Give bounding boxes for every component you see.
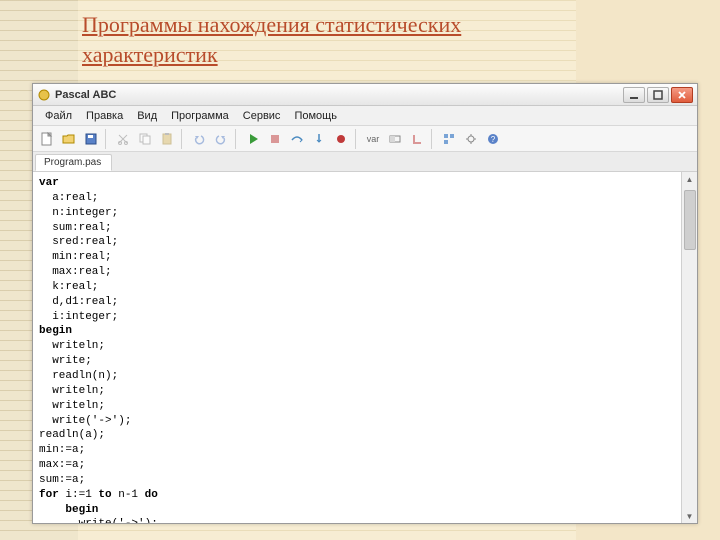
vertical-scrollbar[interactable]: ▲ ▼ <box>681 172 697 523</box>
code-line: write('->'); <box>39 415 131 427</box>
copy-icon[interactable] <box>135 129 155 149</box>
separator <box>105 129 109 149</box>
menubar: Файл Правка Вид Программа Сервис Помощь <box>33 106 697 126</box>
code-line: write('->'); <box>39 518 158 523</box>
paste-icon[interactable] <box>157 129 177 149</box>
toolbar: var ? <box>33 126 697 152</box>
code-line: begin <box>39 504 98 516</box>
code-line: n:integer; <box>39 207 118 219</box>
separator <box>235 129 239 149</box>
tab-program[interactable]: Program.pas <box>35 154 112 171</box>
separator <box>181 129 185 149</box>
code-line: writeln; <box>39 385 105 397</box>
kw-to: to <box>98 489 118 501</box>
code-line: min:real; <box>39 251 112 263</box>
stop-icon[interactable] <box>265 129 285 149</box>
code-line: a:real; <box>39 192 98 204</box>
code-line: readln(a); <box>39 429 105 441</box>
code-line: sum:=a; <box>39 474 85 486</box>
scroll-down-icon[interactable]: ▼ <box>683 509 697 523</box>
undo-icon[interactable] <box>189 129 209 149</box>
step-into-icon[interactable] <box>309 129 329 149</box>
menu-view[interactable]: Вид <box>131 108 163 124</box>
minimize-button[interactable] <box>623 87 645 103</box>
redo-icon[interactable] <box>211 129 231 149</box>
code-line: readln(n); <box>39 370 118 382</box>
icon-toggle[interactable] <box>385 129 405 149</box>
run-icon[interactable] <box>243 129 263 149</box>
menu-file[interactable]: Файл <box>39 108 78 124</box>
code-line: write; <box>39 355 92 367</box>
open-icon[interactable] <box>59 129 79 149</box>
slide-title: Программы нахождения статистических хара… <box>82 10 461 69</box>
code-line: var <box>39 177 59 189</box>
code-line: writeln; <box>39 400 105 412</box>
slide-title-line2: характеристик <box>82 42 218 67</box>
slide-title-line1: Программы нахождения статистических <box>82 12 461 37</box>
code-editor[interactable]: var a:real; n:integer; sum:real; sred:re… <box>33 172 681 523</box>
maximize-button[interactable] <box>647 87 669 103</box>
code-line: i:integer; <box>39 311 118 323</box>
kw-for: for <box>39 489 65 501</box>
code-line: max:real; <box>39 266 112 278</box>
code-line: writeln; <box>39 340 105 352</box>
code-line: sum:real; <box>39 222 112 234</box>
menu-service[interactable]: Сервис <box>237 108 287 124</box>
settings-icon[interactable] <box>461 129 481 149</box>
code-line: d,d1:real; <box>39 296 118 308</box>
cut-icon[interactable] <box>113 129 133 149</box>
new-file-icon[interactable] <box>37 129 57 149</box>
var-icon[interactable]: var <box>363 129 383 149</box>
separator <box>431 129 435 149</box>
code-line: begin <box>39 325 72 337</box>
window-title: Pascal ABC <box>55 89 619 101</box>
menu-program[interactable]: Программа <box>165 108 235 124</box>
class-view-icon[interactable] <box>439 129 459 149</box>
save-icon[interactable] <box>81 129 101 149</box>
close-button[interactable] <box>671 87 693 103</box>
code-frag: i:=1 <box>65 489 98 501</box>
stop-square-icon[interactable] <box>407 129 427 149</box>
kw-do: do <box>145 489 158 501</box>
titlebar[interactable]: Pascal ABC <box>33 84 697 106</box>
step-over-icon[interactable] <box>287 129 307 149</box>
help-icon[interactable]: ? <box>483 129 503 149</box>
tabbar: Program.pas <box>33 152 697 172</box>
menu-edit[interactable]: Правка <box>80 108 129 124</box>
svg-text:?: ? <box>491 135 496 144</box>
app-icon <box>37 88 51 102</box>
code-line: sred:real; <box>39 236 118 248</box>
scroll-up-icon[interactable]: ▲ <box>683 172 697 186</box>
code-line: min:=a; <box>39 444 85 456</box>
menu-help[interactable]: Помощь <box>288 108 343 124</box>
code-line: k:real; <box>39 281 98 293</box>
code-frag: n-1 <box>118 489 144 501</box>
breakpoint-icon[interactable] <box>331 129 351 149</box>
separator <box>355 129 359 149</box>
scroll-thumb[interactable] <box>684 190 696 250</box>
code-line: max:=a; <box>39 459 85 471</box>
app-window: Pascal ABC Файл Правка Вид Программа Сер… <box>32 83 698 524</box>
